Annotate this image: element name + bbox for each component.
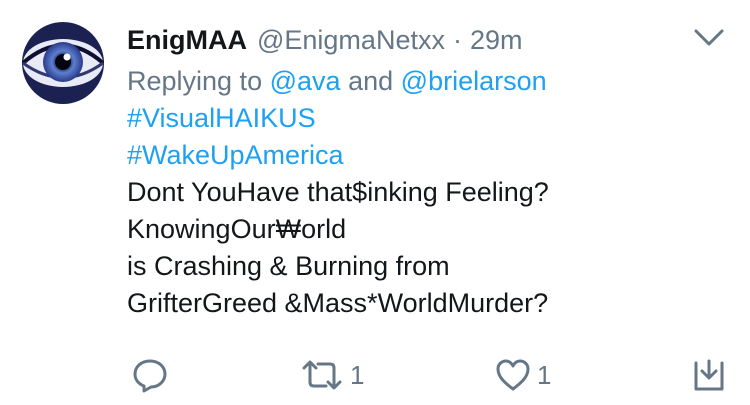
hashtag-visualhaikus[interactable]: #VisualHAIKUS (127, 100, 727, 137)
hashtag-wakeupamerica[interactable]: #WakeUpAmerica (127, 137, 727, 174)
like-count: 1 (537, 359, 552, 390)
tweet-header: EnigMAA @EnigmaNetxx · 29m (127, 20, 727, 60)
tweet-line: Dont YouHave that$inking Feeling? (127, 177, 549, 207)
replying-to-line: Replying to @ava and @brielarson (127, 63, 727, 100)
tweet-line: KnowingOur₩orld (127, 214, 347, 244)
reply-button[interactable] (132, 355, 168, 395)
retweet-button[interactable]: 1 (300, 355, 364, 395)
retweet-arrows-icon (300, 358, 344, 392)
tweet-text: #VisualHAIKUS #WakeUpAmerica Dont YouHav… (127, 100, 727, 322)
tweet-content: EnigMAA @EnigmaNetxx · 29m Replying to @… (127, 20, 727, 322)
replying-to-and: and (348, 66, 394, 96)
tweet-actions: 1 1 (0, 355, 750, 395)
speech-bubble-icon (132, 357, 168, 393)
separator-dot: · (452, 25, 462, 55)
display-name[interactable]: EnigMAA (127, 20, 247, 60)
replying-to-label: Replying to (127, 66, 263, 96)
reply-mention-ava[interactable]: @ava (270, 66, 341, 96)
like-button[interactable]: 1 (495, 355, 551, 395)
share-tray-icon (692, 357, 726, 393)
tweet-line: is Crashing & Burning from (127, 251, 450, 281)
reply-mention-brielarson[interactable]: @brielarson (401, 66, 547, 96)
retweet-count: 1 (350, 359, 365, 390)
chevron-down-icon[interactable] (692, 26, 726, 50)
heart-icon (495, 358, 531, 392)
tweet-line: GrifterGreed &Mass*WorldMurder? (127, 288, 549, 318)
avatar[interactable] (22, 22, 104, 104)
user-handle[interactable]: @EnigmaNetxx (257, 20, 445, 60)
timestamp[interactable]: 29m (470, 20, 523, 60)
share-button[interactable] (692, 355, 726, 395)
